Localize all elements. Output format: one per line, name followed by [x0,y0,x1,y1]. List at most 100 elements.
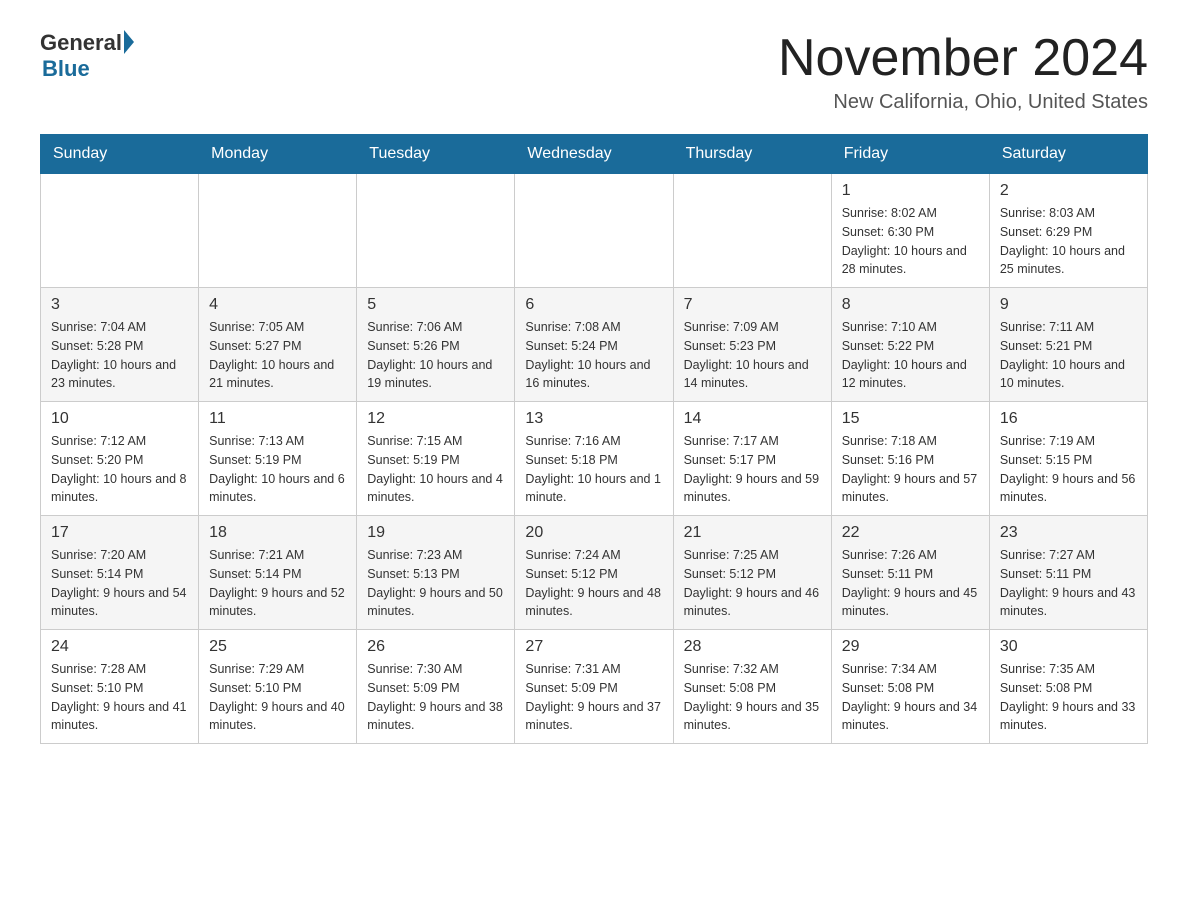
day-number: 3 [51,296,188,314]
day-info: Sunrise: 8:02 AMSunset: 6:30 PMDaylight:… [842,204,979,279]
weekday-header-row: SundayMondayTuesdayWednesdayThursdayFrid… [41,135,1148,174]
header: General Blue November 2024 New Californi… [40,30,1148,114]
day-number: 6 [525,296,662,314]
day-info: Sunrise: 7:05 AMSunset: 5:27 PMDaylight:… [209,318,346,393]
day-number: 7 [684,296,821,314]
table-row: 4 Sunrise: 7:05 AMSunset: 5:27 PMDaylight… [199,288,357,402]
table-row: 7 Sunrise: 7:09 AMSunset: 5:23 PMDaylight… [673,288,831,402]
day-number: 25 [209,638,346,656]
day-info: Sunrise: 7:04 AMSunset: 5:28 PMDaylight:… [51,318,188,393]
table-row: 19 Sunrise: 7:23 AMSunset: 5:13 PMDayligh… [357,516,515,630]
day-number: 28 [684,638,821,656]
day-info: Sunrise: 7:06 AMSunset: 5:26 PMDaylight:… [367,318,504,393]
logo-blue-text: Blue [42,56,90,82]
calendar-row: 24Sunrise: 7:28 AMSunset: 5:10 PMDayligh… [41,630,1148,744]
table-row: 15Sunrise: 7:18 AMSunset: 5:16 PMDayligh… [831,402,989,516]
day-info: Sunrise: 7:27 AMSunset: 5:11 PMDaylight:… [1000,546,1137,621]
day-info: Sunrise: 7:16 AMSunset: 5:18 PMDaylight:… [525,432,662,507]
weekday-header-saturday: Saturday [989,135,1147,174]
day-number: 5 [367,296,504,314]
day-info: Sunrise: 7:30 AMSunset: 5:09 PMDaylight:… [367,660,504,735]
table-row: 11 Sunrise: 7:13 AMSunset: 5:19 PMDayligh… [199,402,357,516]
day-number: 14 [684,410,821,428]
weekday-header-sunday: Sunday [41,135,199,174]
day-info: Sunrise: 7:32 AMSunset: 5:08 PMDaylight:… [684,660,821,735]
weekday-header-monday: Monday [199,135,357,174]
table-row: 5 Sunrise: 7:06 AMSunset: 5:26 PMDaylight… [357,288,515,402]
day-info: Sunrise: 8:03 AMSunset: 6:29 PMDaylight:… [1000,204,1137,279]
day-number: 26 [367,638,504,656]
day-number: 21 [684,524,821,542]
calendar-row: 10Sunrise: 7:12 AMSunset: 5:20 PMDayligh… [41,402,1148,516]
day-info: Sunrise: 7:10 AMSunset: 5:22 PMDaylight:… [842,318,979,393]
table-row: 22Sunrise: 7:26 AMSunset: 5:11 PMDayligh… [831,516,989,630]
table-row: 12 Sunrise: 7:15 AMSunset: 5:19 PMDayligh… [357,402,515,516]
day-number: 27 [525,638,662,656]
day-number: 10 [51,410,188,428]
day-number: 12 [367,410,504,428]
table-row [41,174,199,288]
table-row: 17 Sunrise: 7:20 AMSunset: 5:14 PMDayligh… [41,516,199,630]
day-info: Sunrise: 7:11 AMSunset: 5:21 PMDaylight:… [1000,318,1137,393]
day-info: Sunrise: 7:13 AMSunset: 5:19 PMDaylight:… [209,432,346,507]
table-row: 21 Sunrise: 7:25 AMSunset: 5:12 PMDayligh… [673,516,831,630]
day-info: Sunrise: 7:15 AMSunset: 5:19 PMDaylight:… [367,432,504,507]
day-info: Sunrise: 7:34 AMSunset: 5:08 PMDaylight:… [842,660,979,735]
table-row: 25 Sunrise: 7:29 AMSunset: 5:10 PMDayligh… [199,630,357,744]
table-row: 13 Sunrise: 7:16 AMSunset: 5:18 PMDayligh… [515,402,673,516]
calendar-table: SundayMondayTuesdayWednesdayThursdayFrid… [40,134,1148,744]
table-row: 23 Sunrise: 7:27 AMSunset: 5:11 PMDayligh… [989,516,1147,630]
table-row: 30Sunrise: 7:35 AMSunset: 5:08 PMDayligh… [989,630,1147,744]
day-info: Sunrise: 7:25 AMSunset: 5:12 PMDaylight:… [684,546,821,621]
logo: General Blue [40,30,134,82]
table-row: 27 Sunrise: 7:31 AMSunset: 5:09 PMDayligh… [515,630,673,744]
logo-arrow-icon [124,30,134,54]
table-row: 10Sunrise: 7:12 AMSunset: 5:20 PMDayligh… [41,402,199,516]
table-row: 24Sunrise: 7:28 AMSunset: 5:10 PMDayligh… [41,630,199,744]
day-info: Sunrise: 7:24 AMSunset: 5:12 PMDaylight:… [525,546,662,621]
day-number: 11 [209,410,346,428]
table-row: 18 Sunrise: 7:21 AMSunset: 5:14 PMDayligh… [199,516,357,630]
day-info: Sunrise: 7:31 AMSunset: 5:09 PMDaylight:… [525,660,662,735]
table-row: 2Sunrise: 8:03 AMSunset: 6:29 PMDaylight… [989,174,1147,288]
day-number: 24 [51,638,188,656]
day-info: Sunrise: 7:21 AMSunset: 5:14 PMDaylight:… [209,546,346,621]
day-info: Sunrise: 7:26 AMSunset: 5:11 PMDaylight:… [842,546,979,621]
calendar-row: 1 Sunrise: 8:02 AMSunset: 6:30 PMDaylight… [41,174,1148,288]
day-info: Sunrise: 7:35 AMSunset: 5:08 PMDaylight:… [1000,660,1137,735]
table-row: 8Sunrise: 7:10 AMSunset: 5:22 PMDaylight… [831,288,989,402]
day-number: 13 [525,410,662,428]
title-area: November 2024 New California, Ohio, Unit… [778,30,1148,114]
day-number: 18 [209,524,346,542]
table-row [515,174,673,288]
table-row: 14 Sunrise: 7:17 AMSunset: 5:17 PMDayligh… [673,402,831,516]
calendar-row: 3 Sunrise: 7:04 AMSunset: 5:28 PMDaylight… [41,288,1148,402]
table-row: 3 Sunrise: 7:04 AMSunset: 5:28 PMDaylight… [41,288,199,402]
day-number: 1 [842,182,979,200]
day-number: 9 [1000,296,1137,314]
weekday-header-friday: Friday [831,135,989,174]
day-info: Sunrise: 7:23 AMSunset: 5:13 PMDaylight:… [367,546,504,621]
weekday-header-wednesday: Wednesday [515,135,673,174]
weekday-header-thursday: Thursday [673,135,831,174]
table-row: 6 Sunrise: 7:08 AMSunset: 5:24 PMDaylight… [515,288,673,402]
logo-general-text: General [40,30,122,56]
day-info: Sunrise: 7:17 AMSunset: 5:17 PMDaylight:… [684,432,821,507]
day-number: 19 [367,524,504,542]
day-number: 17 [51,524,188,542]
day-number: 23 [1000,524,1137,542]
table-row: 20Sunrise: 7:24 AMSunset: 5:12 PMDayligh… [515,516,673,630]
day-info: Sunrise: 7:09 AMSunset: 5:23 PMDaylight:… [684,318,821,393]
table-row [357,174,515,288]
table-row: 9 Sunrise: 7:11 AMSunset: 5:21 PMDaylight… [989,288,1147,402]
day-number: 15 [842,410,979,428]
table-row: 28 Sunrise: 7:32 AMSunset: 5:08 PMDayligh… [673,630,831,744]
day-info: Sunrise: 7:08 AMSunset: 5:24 PMDaylight:… [525,318,662,393]
weekday-header-tuesday: Tuesday [357,135,515,174]
day-info: Sunrise: 7:20 AMSunset: 5:14 PMDaylight:… [51,546,188,621]
day-number: 16 [1000,410,1137,428]
table-row: 26 Sunrise: 7:30 AMSunset: 5:09 PMDayligh… [357,630,515,744]
table-row: 16Sunrise: 7:19 AMSunset: 5:15 PMDayligh… [989,402,1147,516]
day-number: 4 [209,296,346,314]
day-info: Sunrise: 7:29 AMSunset: 5:10 PMDaylight:… [209,660,346,735]
